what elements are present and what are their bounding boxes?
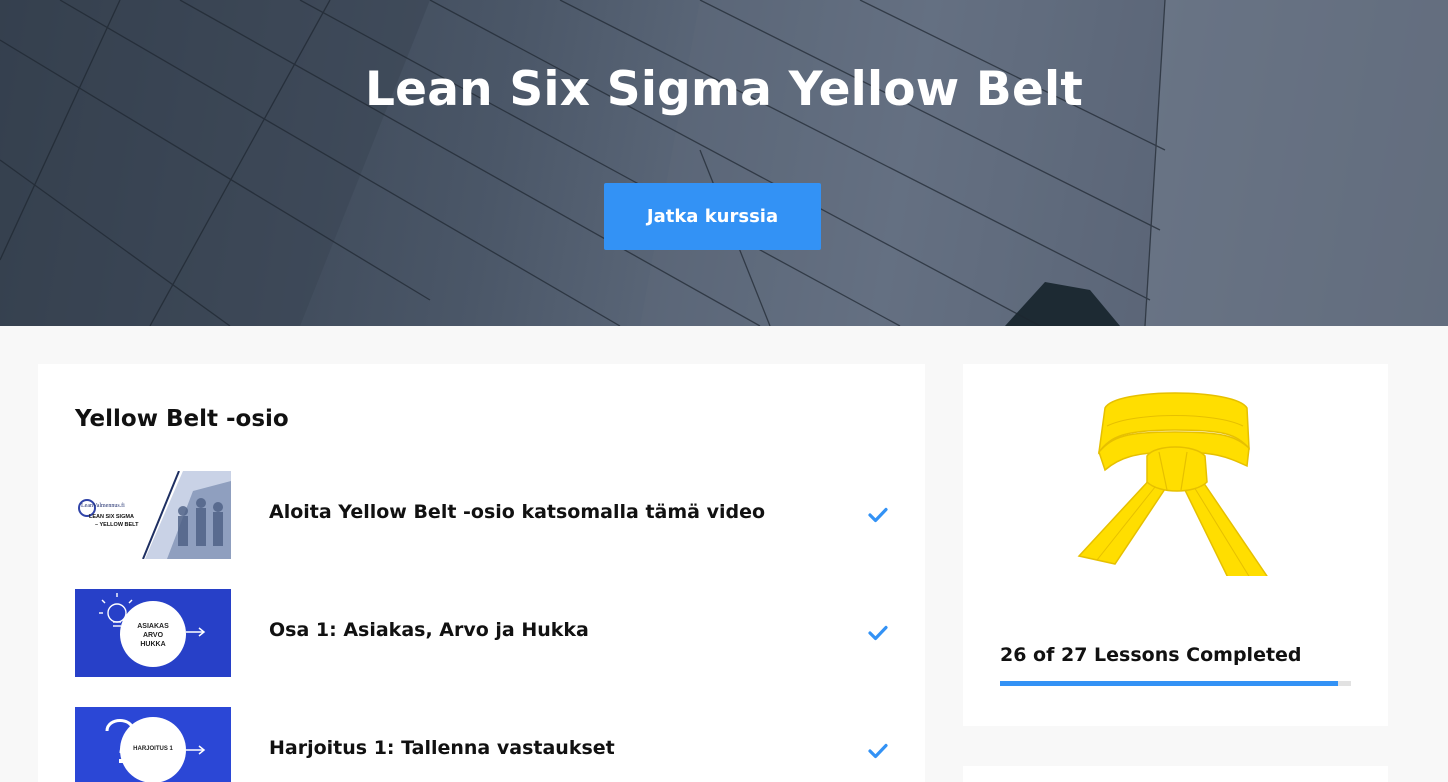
progress-card: 26 of 27 Lessons Completed [963,364,1388,726]
thumb-brand-text: LeanValmennus.fi [81,503,125,509]
thumb-text: – YELLOW BELT [95,522,139,528]
lesson-item[interactable]: LeanValmennus.fi LEAN SIX SIGMA – YELLOW… [75,471,889,559]
checkmark-icon [868,625,888,641]
lesson-title: Aloita Yellow Belt -osio katsomalla tämä… [269,501,766,523]
checkmark-icon [868,743,888,759]
lesson-thumbnail: ASIAKAS ARVO HUKKA [75,589,231,677]
yellow-belt-image [1077,392,1268,576]
lesson-thumbnail: LeanValmennus.fi LEAN SIX SIGMA – YELLOW… [75,471,231,559]
lesson-thumbnail: HARJOITUS 1 [75,707,231,782]
hero-background-image [0,0,1448,326]
course-title: Lean Six Sigma Yellow Belt [364,62,1084,117]
lesson-list-card: Yellow Belt -osio LeanValmennus.fi LEAN … [38,364,925,782]
progress-bar-fill [1000,681,1338,686]
checkmark-icon [868,507,888,523]
continue-course-button[interactable]: Jatka kurssia [604,183,821,250]
lesson-title: Harjoitus 1: Tallenna vastaukset [269,737,615,759]
hero-banner: Lean Six Sigma Yellow Belt Jatka kurssia [0,0,1448,326]
lesson-item[interactable]: ASIAKAS ARVO HUKKA Osa 1: Asiakas, Arvo … [75,589,889,677]
thumb-text: LEAN SIX SIGMA [89,514,134,520]
section-title: Yellow Belt -osio [75,406,289,432]
thumb-text: HARJOITUS 1 [133,746,173,752]
progress-label: 26 of 27 Lessons Completed [1000,644,1302,666]
lesson-item[interactable]: HARJOITUS 1 Harjoitus 1: Tallenna vastau… [75,707,889,782]
progress-bar [1000,681,1351,686]
thumb-text: HUKKA [140,641,166,648]
thumb-text: ASIAKAS [137,623,169,630]
secondary-card [963,766,1388,782]
lesson-title: Osa 1: Asiakas, Arvo ja Hukka [269,619,589,641]
thumb-text: ARVO [142,632,164,639]
